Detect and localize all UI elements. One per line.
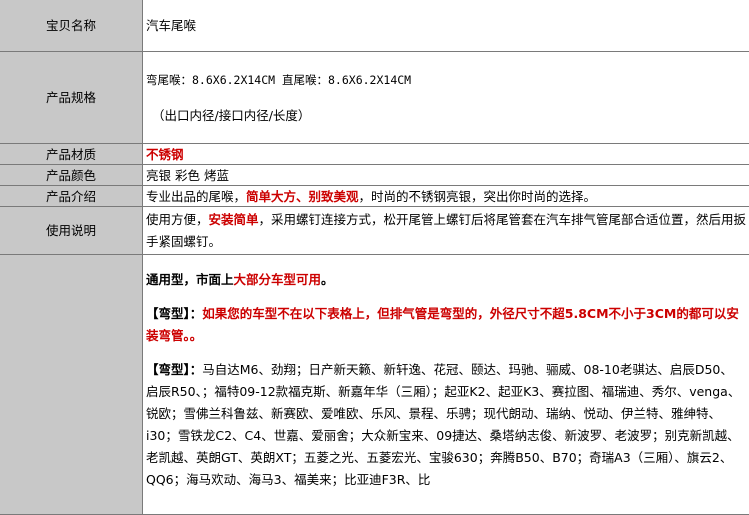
label-usage: 使用说明 [0,207,143,255]
row-usage: 使用说明 使用方便，安装简单，采用螺钉连接方式，松开尾管上螺钉后将尾管套在汽车排… [0,207,749,255]
label-intro: 产品介绍 [0,186,143,207]
row-compatibility: 通用型，市面上大部分车型可用。 【弯型】：如果您的车型不在以下表格上，但排气管是… [0,255,749,515]
label-product-name: 宝贝名称 [0,0,143,52]
value-usage: 使用方便，安装简单，采用螺钉连接方式，松开尾管上螺钉后将尾管套在汽车排气管尾部合… [143,207,749,255]
models-text: 马自达M6、劲翔；日产新天籁、新轩逸、花冠、颐达、玛驰、骊威、08-10老骐达、… [146,362,740,487]
value-compatibility: 通用型，市面上大部分车型可用。 【弯型】：如果您的车型不在以下表格上，但排气管是… [143,255,749,515]
intro-text-pre: 专业出品的尾喉， [146,189,246,204]
label-product-spec: 产品规格 [0,52,143,144]
models-tag: 【弯型】： [146,362,202,377]
intro-text-post: ，时尚的不锈钢亮银，突出你时尚的选择。 [359,189,597,204]
label-compatibility [0,255,143,515]
row-color: 产品颜色 亮银 彩色 烤蓝 [0,165,749,186]
spec-dimensions: 弯尾喉：8.6X6.2X14CM 直尾喉：8.6X6.2X14CM [146,72,748,89]
usage-highlight: 安装简单 [209,212,259,227]
label-material: 产品材质 [0,144,143,165]
label-color: 产品颜色 [0,165,143,186]
usage-text-pre: 使用方便， [146,212,209,227]
row-product-name: 宝贝名称 汽车尾喉 [0,0,749,52]
intro-highlight: 简单大方、别致美观 [246,189,359,204]
value-material: 不锈钢 [143,144,749,165]
compat-general-highlight: 大部分车型可用 [234,272,322,287]
row-material: 产品材质 不锈钢 [0,144,749,165]
value-intro: 专业出品的尾喉，简单大方、别致美观，时尚的不锈钢亮银，突出你时尚的选择。 [143,186,749,207]
compat-bent-note: 【弯型】：如果您的车型不在以下表格上，但排气管是弯型的，外径尺寸不超5.8CM不… [146,303,742,347]
spec-dimension-note: （出口内径/接口内径/长度） [146,107,748,124]
product-spec-table: 宝贝名称 汽车尾喉 产品规格 弯尾喉：8.6X6.2X14CM 直尾喉：8.6X… [0,0,749,515]
value-product-spec: 弯尾喉：8.6X6.2X14CM 直尾喉：8.6X6.2X14CM （出口内径/… [143,52,749,144]
row-intro: 产品介绍 专业出品的尾喉，简单大方、别致美观，时尚的不锈钢亮银，突出你时尚的选择… [0,186,749,207]
compat-model-list: 【弯型】：马自达M6、劲翔；日产新天籁、新轩逸、花冠、颐达、玛驰、骊威、08-1… [146,359,742,491]
compat-general: 通用型，市面上大部分车型可用。 [146,269,742,291]
bent-tag: 【弯型】： [146,306,202,321]
value-product-name: 汽车尾喉 [143,0,749,52]
value-color: 亮银 彩色 烤蓝 [143,165,749,186]
row-product-spec: 产品规格 弯尾喉：8.6X6.2X14CM 直尾喉：8.6X6.2X14CM （… [0,52,749,144]
bent-note-text: 如果您的车型不在以下表格上，但排气管是弯型的，外径尺寸不超5.8CM不小于3CM… [146,306,739,343]
